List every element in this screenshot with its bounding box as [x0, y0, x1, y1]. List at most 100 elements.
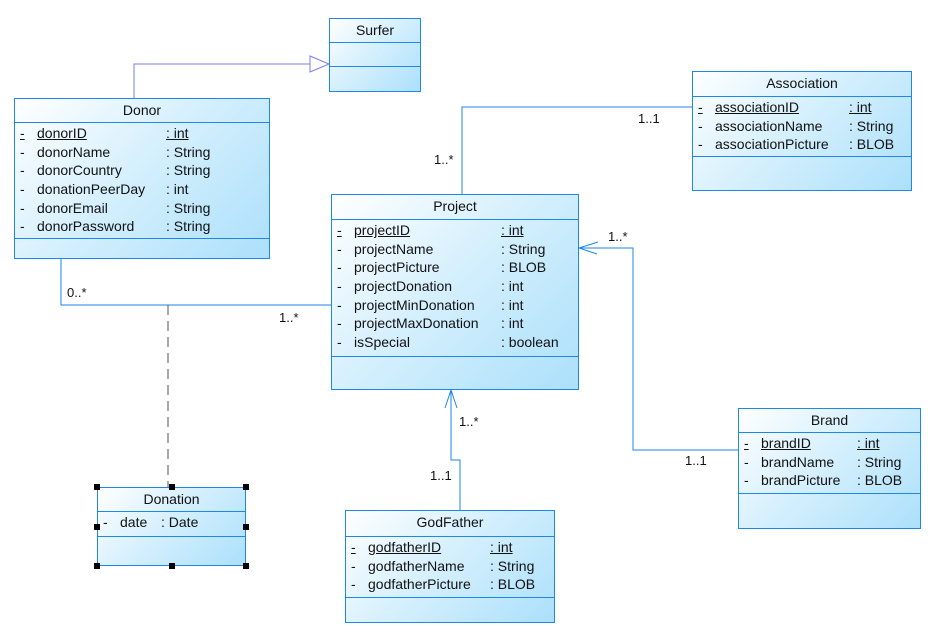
attribute-row[interactable]: - donorEmail : String [15, 199, 269, 218]
resize-handle[interactable] [243, 563, 249, 569]
attribute-visibility: - [20, 143, 25, 160]
attribute-row[interactable]: - projectName: String [332, 240, 578, 259]
attribute-row[interactable]: - projectMaxDonation: int [332, 314, 578, 333]
resize-handle[interactable] [94, 484, 100, 490]
class-surfer[interactable]: Surfer [329, 18, 421, 92]
class-name: Surfer [330, 19, 420, 43]
attribute-type: : int [490, 539, 513, 555]
attribute-visibility: - [351, 576, 356, 593]
attribute-row[interactable]: - godfatherName: String [346, 557, 554, 576]
multiplicity-donor-project-donor: 0..* [67, 285, 87, 300]
attributes-compartment: - godfatherID: int - godfatherName: String -… [346, 537, 554, 598]
attribute-name: donorID [37, 125, 87, 141]
attribute-visibility: - [337, 222, 342, 238]
attribute-visibility: - [351, 539, 356, 555]
attribute-type: : String [166, 218, 211, 235]
attribute-row[interactable]: - projectDonation : int [332, 277, 578, 296]
class-name: Donor [15, 99, 269, 123]
attribute-visibility: - [337, 334, 342, 351]
attribute-row[interactable]: - projectMinDonation: int [332, 296, 578, 315]
attribute-type: : String [501, 240, 546, 257]
attribute-name: projectMinDonation [354, 296, 475, 313]
attribute-visibility: - [20, 199, 25, 216]
attributes-compartment: - projectID: int - projectName: String - proj… [332, 220, 578, 357]
attribute-row[interactable]: - godfatherPicture: BLOB [346, 575, 554, 594]
attribute-row[interactable]: - projectID : int [332, 221, 578, 240]
resize-handle[interactable] [168, 563, 175, 569]
attribute-visibility: - [698, 99, 703, 115]
attribute-visibility: - [351, 557, 356, 574]
attribute-row[interactable]: - associationPicture: BLOB [693, 135, 911, 154]
attribute-visibility: - [20, 181, 25, 198]
attribute-type: : String [166, 199, 211, 216]
attribute-visibility: - [20, 162, 25, 179]
attributes-compartment: - date: Date [98, 512, 245, 537]
class-godfather[interactable]: GodFather - godfatherID: int - godfatherName… [345, 510, 555, 623]
class-project[interactable]: Project - projectID: int - projectName: Stri… [331, 194, 579, 390]
attribute-row[interactable]: - associationName: String [693, 117, 911, 136]
attribute-row[interactable]: - brandPicture: BLOB [739, 471, 920, 490]
attribute-row[interactable]: - donorID: int [15, 124, 269, 143]
attribute-row[interactable]: - isSpecial: boolean [332, 333, 578, 352]
attribute-row[interactable]: - brandName: String [739, 453, 920, 472]
attribute-name: associationID [715, 99, 800, 115]
attribute-type: : int [501, 315, 524, 332]
resize-handle[interactable] [94, 563, 100, 569]
attribute-name: projectID [354, 222, 411, 238]
attribute-row[interactable]: - donorPassword: String [15, 217, 269, 236]
attribute-type: : int [849, 99, 872, 115]
multiplicity-donor-project-project: 1..* [279, 310, 299, 325]
association-brand-project[interactable] [578, 247, 738, 451]
attribute-row[interactable]: - godfatherID : int [346, 538, 554, 557]
class-donor[interactable]: Donor - donorID: int - donorName: String - don… [14, 98, 270, 259]
attribute-name: projectMaxDonation [354, 315, 479, 332]
resize-handle[interactable] [168, 484, 175, 490]
attribute-row[interactable]: - projectPicture: BLOB [332, 258, 578, 277]
attribute-type: : BLOB [857, 472, 903, 489]
attribute-name: brandName [761, 453, 835, 470]
attribute-type: : int [501, 222, 524, 238]
attribute-type: : Date [161, 514, 199, 530]
multiplicity-project-association: 1..* [434, 152, 454, 167]
attribute-name: donorEmail [37, 199, 108, 216]
multiplicity-brand-project-brand: 1..1 [685, 453, 707, 468]
attribute-row[interactable]: - brandID : int [739, 434, 920, 453]
attribute-name: brandID [761, 435, 811, 451]
attribute-visibility: - [744, 435, 749, 451]
attribute-type: : int [857, 435, 880, 451]
association-donor-project[interactable] [60, 258, 331, 306]
attribute-type: : String [166, 143, 211, 160]
attribute-type: : String [849, 117, 894, 134]
attribute-row[interactable]: - donorName: String [15, 143, 269, 162]
attribute-name: isSpecial [354, 334, 411, 351]
multiplicity-association-project: 1..1 [638, 111, 660, 126]
attribute-row[interactable]: - associationID : int [693, 98, 911, 117]
generalization-donor-surfer[interactable] [133, 63, 310, 98]
attribute-name: date [120, 514, 148, 530]
resize-handle[interactable] [94, 523, 100, 530]
class-brand[interactable]: Brand - brandID: int - brandName: String - bra… [738, 408, 921, 529]
attribute-name: projectDonation [354, 278, 453, 295]
attributes-compartment: - brandID : int - brandName: String - brandPic… [739, 433, 920, 494]
attribute-name: donorCountry [37, 162, 122, 179]
association-godfather-project[interactable] [450, 390, 461, 510]
attribute-visibility: - [337, 259, 342, 276]
attribute-row[interactable]: - donorCountry: String [15, 161, 269, 180]
attribute-row[interactable]: - donationPeerDay: int [15, 180, 269, 199]
resize-handle[interactable] [243, 484, 249, 490]
attribute-type: : int [166, 181, 189, 198]
attribute-visibility: - [20, 218, 25, 235]
attribute-visibility: - [337, 278, 342, 295]
attribute-type: : BLOB [849, 136, 895, 153]
class-name: GodFather [346, 511, 554, 537]
attribute-visibility: - [20, 125, 25, 141]
class-association[interactable]: Association - associationID: int - associati… [692, 71, 912, 191]
attribute-name: associationPicture [715, 136, 829, 153]
class-name: Donation [98, 488, 245, 512]
resize-handle[interactable] [243, 523, 249, 530]
attribute-row[interactable]: - date: Date [98, 513, 245, 532]
attribute-type: : int [501, 278, 524, 295]
class-donation[interactable]: Donation - date: Date [97, 487, 246, 566]
attribute-visibility: - [698, 117, 703, 134]
attribute-name: godfatherID [368, 539, 442, 555]
